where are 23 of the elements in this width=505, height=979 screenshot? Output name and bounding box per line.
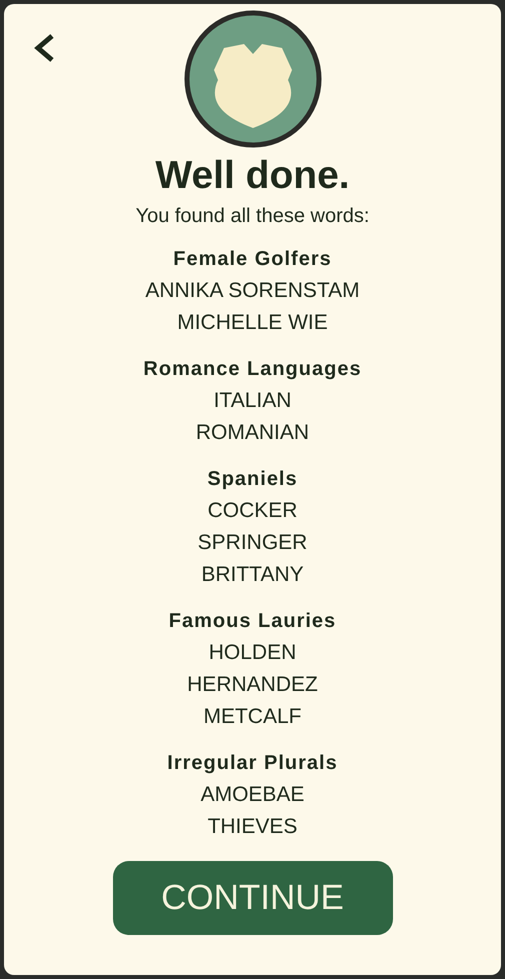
found-word: AMOEBAE <box>200 782 304 808</box>
chevron-left-icon <box>32 32 56 64</box>
title: Well done. <box>155 154 350 198</box>
found-word: ITALIAN <box>214 388 292 414</box>
found-word: HOLDEN <box>208 640 296 666</box>
category-heading: Romance Languages <box>143 357 362 382</box>
found-word: SPRINGER <box>198 530 308 556</box>
subtitle: You found all these words: <box>136 204 370 229</box>
found-word: HERNANDEZ <box>187 672 318 698</box>
found-word: COCKER <box>208 498 298 524</box>
found-word: BRITTANY <box>201 562 304 588</box>
found-word: MICHELLE WIE <box>177 310 328 336</box>
avatar-icon <box>184 10 322 148</box>
category-heading: Spaniels <box>207 467 298 492</box>
found-word: THIEVES <box>208 814 298 840</box>
category-heading: Famous Lauries <box>168 609 336 634</box>
found-word: ANNIKA SORENSTAM <box>145 278 360 304</box>
category-heading: Irregular Plurals <box>167 751 338 776</box>
found-word: METCALF <box>203 704 302 730</box>
found-word: ROMANIAN <box>196 420 310 446</box>
back-button[interactable] <box>32 32 56 64</box>
category-heading: Female Golfers <box>173 247 332 272</box>
continue-button[interactable]: CONTINUE <box>112 861 392 935</box>
